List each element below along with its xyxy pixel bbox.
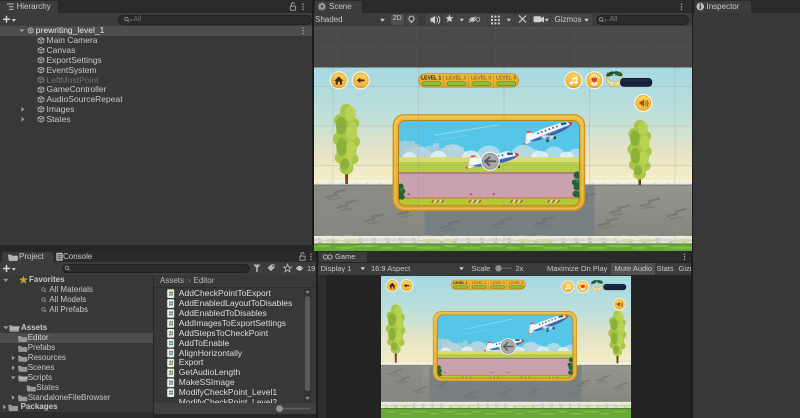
svg-text:LEVEL 4: LEVEL 4 bbox=[509, 281, 523, 285]
svg-text:LEVEL 3: LEVEL 3 bbox=[490, 281, 504, 285]
svg-text:LEVEL 1: LEVEL 1 bbox=[453, 281, 467, 285]
svg-text:LEVEL 2: LEVEL 2 bbox=[471, 281, 485, 285]
svg-text:LEVEL 1: LEVEL 1 bbox=[421, 75, 441, 81]
svg-text:LEVEL 4: LEVEL 4 bbox=[495, 75, 515, 81]
svg-text:LEVEL 2: LEVEL 2 bbox=[445, 75, 465, 81]
svg-text:LEVEL 3: LEVEL 3 bbox=[470, 75, 490, 81]
